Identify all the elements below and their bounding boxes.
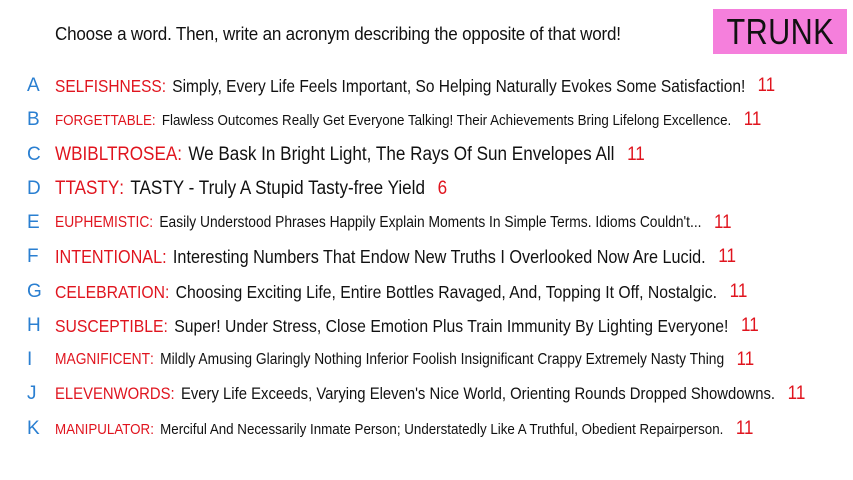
entry-acronym: We Bask In Bright Light, The Rays Of Sun… [188, 144, 615, 165]
entry-letter: J [27, 383, 37, 404]
entry-row: E EUPHEMISTIC: Easily Understood Phrases… [27, 212, 732, 233]
entry-word: FORGETTABLE [55, 111, 152, 129]
entry-acronym: Simply, Every Life Feels Important, So H… [172, 75, 746, 96]
entry-row: H SUSCEPTIBLE: Super! Under Stress, Clos… [27, 315, 759, 336]
entry-row: A SELFISHNESS: Simply, Every Life Feels … [27, 75, 776, 96]
entry-letter: C [27, 144, 41, 165]
entry-row: K MANIPULATOR: Merciful And Necessarily … [27, 418, 754, 439]
entry-score: 11 [718, 246, 737, 267]
entry-letter: H [27, 315, 41, 336]
entry-word: ELEVENWORDS [55, 384, 171, 403]
entry-word: INTENTIONAL [55, 246, 163, 267]
entry-letter: E [27, 212, 40, 233]
entry-score: 11 [729, 281, 748, 302]
entry-letter: A [27, 75, 40, 96]
entry-row: J ELEVENWORDS: Every Life Exceeds, Varyi… [27, 383, 806, 404]
entry-acronym: Choosing Exciting Life, Entire Bottles R… [175, 281, 718, 302]
entry-acronym: Every Life Exceeds, Varying Eleven's Nic… [180, 384, 776, 403]
badge-label: TRUNK [726, 11, 834, 52]
entry-score: 11 [627, 144, 645, 165]
prompt-text: Choose a word. Then, write an acronym de… [55, 23, 621, 44]
entry-word: SUSCEPTIBLE [55, 315, 164, 336]
entry-acronym: Mildly Amusing Glaringly Nothing Inferio… [160, 351, 725, 368]
entry-score: 6 [437, 178, 448, 199]
entry-row: C WBIBLTROSEA: We Bask In Bright Light, … [27, 144, 645, 165]
entry-acronym: Easily Understood Phrases Happily Explai… [159, 214, 702, 231]
entry-score: 11 [740, 315, 759, 336]
entry-letter: G [27, 281, 42, 302]
entry-acronym: Flawless Outcomes Really Get Everyone Ta… [161, 111, 732, 129]
entry-letter: K [27, 418, 40, 439]
entry-acronym: Interesting Numbers That Endow New Truth… [172, 246, 706, 267]
entry-acronym: TASTY - Truly A Stupid Tasty-free Yield [130, 178, 425, 199]
entry-score: 11 [736, 349, 755, 370]
entry-score: 11 [743, 109, 762, 130]
entry-word: WBIBLTROSEA [55, 144, 178, 165]
entry-score: 11 [787, 383, 806, 404]
entry-acronym: Super! Under Stress, Close Emotion Plus … [174, 315, 729, 336]
entry-word: MAGNIFICENT [55, 351, 151, 368]
entry-word: CELEBRATION [55, 281, 165, 302]
entry-row: D TTASTY: TASTY - Truly A Stupid Tasty-f… [27, 178, 448, 199]
entry-word: TTASTY [55, 178, 120, 199]
entry-word: EUPHEMISTIC [55, 214, 150, 231]
entry-score: 11 [735, 418, 754, 439]
category-badge: TRUNK [713, 9, 847, 54]
entry-acronym: Merciful And Necessarily Inmate Person; … [160, 420, 724, 438]
entry-score: 11 [713, 212, 732, 233]
entry-letter: D [27, 178, 41, 199]
entry-row: I MAGNIFICENT: Mildly Amusing Glaringly … [27, 349, 755, 370]
entry-letter: B [27, 109, 40, 130]
entry-row: B FORGETTABLE: Flawless Outcomes Really … [27, 109, 762, 130]
entry-score: 11 [757, 75, 776, 96]
entry-row: F INTENTIONAL: Interesting Numbers That … [27, 246, 737, 267]
entry-letter: F [27, 246, 39, 267]
entry-word: SELFISHNESS [55, 75, 162, 96]
entry-row: G CELEBRATION: Choosing Exciting Life, E… [27, 281, 748, 302]
entry-word: MANIPULATOR [55, 420, 151, 438]
entry-letter: I [27, 349, 33, 370]
